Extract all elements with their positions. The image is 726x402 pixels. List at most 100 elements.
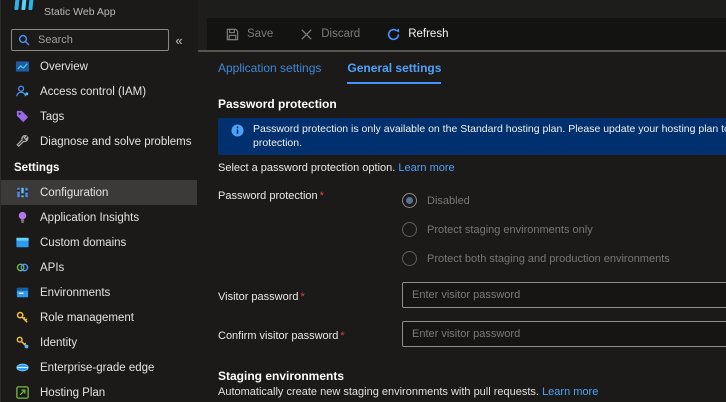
- search-icon: [18, 34, 30, 46]
- sidebar-item-label: Tags: [40, 110, 65, 123]
- staging-learn-more-link[interactable]: Learn more: [542, 386, 598, 398]
- sidebar-item-label: Custom domains: [40, 236, 127, 249]
- tab-application-settings[interactable]: Application settings: [218, 61, 321, 84]
- refresh-button[interactable]: Refresh: [386, 27, 448, 42]
- sidebar-item-apis[interactable]: APIs: [1, 255, 197, 280]
- general-settings-content: Application settings General settings Pa…: [198, 52, 726, 402]
- sidebar-item-access-control[interactable]: Access control (IAM): [1, 79, 197, 104]
- resource-header: Static Web App: [1, 0, 197, 22]
- azure-portal-window: Static Web App « Overview: [0, 0, 726, 402]
- info-banner: Password protection is only available on…: [218, 118, 726, 155]
- tags-icon: [16, 110, 29, 123]
- sidebar-item-label: Role management: [40, 311, 134, 324]
- environments-icon: [16, 287, 29, 298]
- discard-button[interactable]: Discard: [299, 27, 360, 42]
- sidebar-item-overview[interactable]: Overview: [1, 54, 197, 79]
- visitor-password-row: Visitor password *: [218, 282, 726, 308]
- required-asterisk: *: [300, 291, 305, 303]
- sidebar-item-application-insights[interactable]: Application Insights: [1, 205, 197, 230]
- sidebar-item-environments[interactable]: Environments: [1, 280, 197, 305]
- radio-option-disabled[interactable]: Disabled: [402, 186, 670, 215]
- tab-general-settings[interactable]: General settings: [347, 61, 442, 84]
- radio-button-checked[interactable]: [402, 193, 417, 208]
- sidebar-item-diagnose[interactable]: Diagnose and solve problems: [1, 129, 197, 154]
- static-web-app-logo-icon: [14, 0, 34, 10]
- staging-environments-description: Automatically create new staging environ…: [218, 386, 599, 398]
- sidebar-item-label: APIs: [40, 261, 65, 274]
- enterprise-grade-edge-icon: [16, 363, 29, 372]
- confirm-visitor-password-row: Confirm visitor password *: [218, 321, 726, 347]
- resource-type-label: Static Web App: [44, 6, 116, 18]
- collapse-sidebar-button[interactable]: «: [169, 33, 189, 48]
- application-insights-icon: [18, 211, 27, 223]
- password-learn-more-link[interactable]: Learn more: [398, 162, 454, 174]
- visitor-password-label: Visitor password *: [218, 291, 305, 303]
- sidebar-item-label: Identity: [40, 336, 78, 349]
- info-banner-line2: protection.: [253, 136, 303, 149]
- sidebar-item-identity[interactable]: Identity: [1, 330, 197, 355]
- sidebar-search-row: «: [11, 29, 189, 51]
- sidebar-item-label: Overview: [40, 60, 88, 73]
- sidebar-item-label: Diagnose and solve problems: [40, 135, 192, 148]
- sidebar-item-label: Enterprise-grade edge: [40, 361, 155, 374]
- main-pane: Save Discard Refresh Application setting…: [198, 0, 726, 402]
- settings-tabs: Application settings General settings: [218, 61, 726, 84]
- refresh-button-label: Refresh: [408, 28, 449, 40]
- info-banner-line1: Password protection is only available on…: [253, 123, 726, 135]
- resource-menu: Overview Access control (IAM) Tags Diagn…: [1, 54, 197, 402]
- password-protection-field-row: Password protection * Disabled Protect st…: [218, 186, 726, 273]
- confirm-visitor-password-label: Confirm visitor password *: [218, 330, 345, 342]
- refresh-icon: [388, 28, 400, 40]
- radio-button[interactable]: [402, 251, 417, 266]
- configuration-icon: [17, 187, 28, 198]
- password-option-intro: Select a password protection option. Lea…: [218, 162, 726, 174]
- radio-option-protect-both[interactable]: Protect both staging and production envi…: [402, 244, 670, 273]
- sidebar-item-role-management[interactable]: Role management: [1, 305, 197, 330]
- radio-option-label: Protect both staging and production envi…: [427, 252, 670, 265]
- role-management-icon: [16, 311, 28, 323]
- sidebar-item-hosting-plan[interactable]: Hosting Plan: [1, 380, 197, 402]
- sidebar-item-enterprise-grade-edge[interactable]: Enterprise-grade edge: [1, 355, 197, 380]
- search-input[interactable]: [36, 33, 162, 47]
- info-banner-message: Password protection is only available on…: [253, 123, 726, 150]
- tab-label: General settings: [347, 61, 442, 75]
- apis-icon: [16, 263, 29, 272]
- settings-group-header: Settings: [14, 161, 60, 174]
- access-control-icon: [16, 85, 29, 97]
- sidebar-item-label: Access control (IAM): [40, 85, 147, 98]
- sidebar-item-configuration[interactable]: Configuration: [1, 180, 197, 205]
- sidebar-item-custom-domains[interactable]: Custom domains: [1, 230, 197, 255]
- custom-domains-icon: [16, 237, 29, 248]
- info-icon: [231, 124, 244, 137]
- radio-option-protect-staging[interactable]: Protect staging environments only: [402, 215, 670, 244]
- sidebar-item-tags[interactable]: Tags: [1, 104, 197, 129]
- diagnose-icon: [16, 135, 29, 148]
- sidebar-search-box[interactable]: [11, 29, 169, 51]
- save-button[interactable]: Save: [225, 27, 273, 42]
- required-asterisk: *: [340, 330, 345, 342]
- sidebar-item-label: Application Insights: [40, 211, 140, 224]
- sidebar-item-label: Hosting Plan: [40, 386, 106, 399]
- staging-environments-heading: Staging environments: [218, 369, 345, 383]
- tab-label: Application settings: [218, 61, 322, 75]
- resource-sidebar: Static Web App « Overview: [0, 0, 197, 402]
- radio-button[interactable]: [402, 222, 417, 237]
- required-asterisk: *: [319, 190, 324, 202]
- sidebar-item-label: Configuration: [40, 186, 109, 199]
- password-protection-heading: Password protection: [218, 97, 337, 111]
- password-protection-form: Password protection * Disabled Protect st…: [218, 186, 726, 402]
- password-protection-field-label: Password protection *: [218, 190, 324, 202]
- discard-button-label: Discard: [321, 28, 361, 40]
- intro-text: Select a password protection option.: [218, 162, 396, 174]
- discard-icon: [301, 28, 312, 40]
- identity-icon: [16, 336, 29, 349]
- hosting-plan-icon: [16, 386, 29, 399]
- confirm-visitor-password-input[interactable]: [402, 321, 726, 347]
- sidebar-item-label: Environments: [40, 286, 111, 299]
- password-protection-radio-group: Disabled Protect staging environments on…: [402, 186, 670, 273]
- save-button-label: Save: [247, 28, 274, 40]
- active-tab-underline: [347, 82, 442, 84]
- visitor-password-input[interactable]: [402, 282, 726, 308]
- radio-option-label: Protect staging environments only: [427, 223, 593, 236]
- save-icon: [226, 28, 239, 40]
